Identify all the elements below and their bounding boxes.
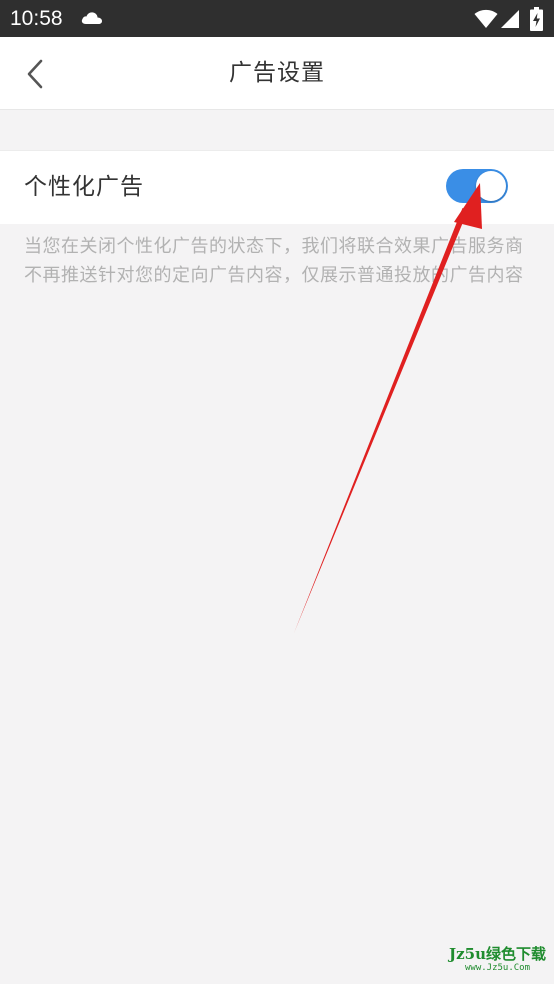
personalized-ads-row: 个性化广告	[0, 150, 554, 224]
personalized-ads-label: 个性化广告	[24, 174, 144, 200]
watermark-sub: www.Jz5u.Com	[465, 963, 531, 973]
watermark-main: Jz5u绿色下载	[449, 945, 546, 963]
personalized-ads-description: 当您在关闭个性化广告的状态下，我们将联合效果广告服务商不再推送针对您的定向广告内…	[24, 236, 524, 286]
cloud-icon	[81, 12, 102, 24]
watermark: Jz5u绿色下载 www.Jz5u.Com	[449, 945, 546, 974]
status-time: 10:58	[10, 7, 63, 30]
page-title: 广告设置	[229, 60, 325, 86]
wifi-icon	[474, 9, 498, 28]
toggle-knob	[476, 171, 506, 201]
signal-icon	[501, 10, 519, 28]
annotation-arrow	[294, 183, 482, 633]
nav-bar: 广告设置	[0, 37, 554, 110]
personalized-ads-toggle[interactable]	[446, 169, 508, 203]
battery-charging-icon	[530, 7, 543, 31]
status-bar: 10:58	[0, 0, 554, 37]
